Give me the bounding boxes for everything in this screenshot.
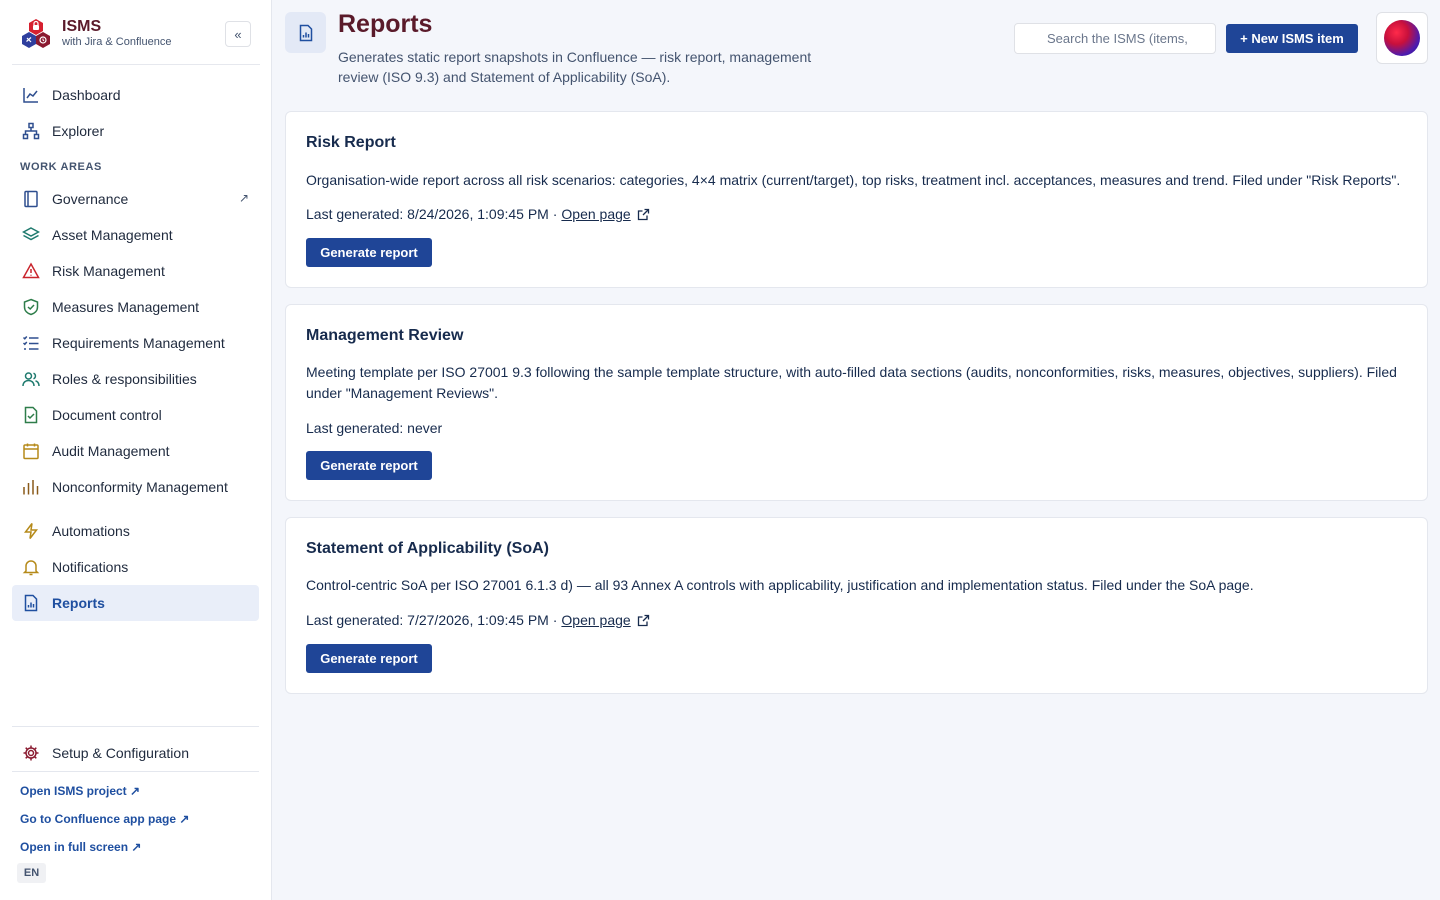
nav-label: Explorer xyxy=(52,123,105,139)
nav-item-risk-management[interactable]: Risk Management xyxy=(12,253,259,289)
nav-item-governance[interactable]: Governance ↗ xyxy=(12,181,259,217)
last-generated-row: Last generated: 7/27/2026, 1:09:45 PM · … xyxy=(306,612,650,628)
card-title: Risk Report xyxy=(306,134,396,151)
page-title: Reports xyxy=(338,10,433,38)
nav-label: Requirements Management xyxy=(52,335,225,351)
card-description: Control-centric SoA per ISO 27001 6.1.3 … xyxy=(306,577,1254,593)
lightning-icon xyxy=(23,523,39,539)
nav-label: Roles & responsibilities xyxy=(52,371,197,387)
language-badge[interactable]: EN xyxy=(17,863,46,883)
user-avatar-button[interactable] xyxy=(1376,12,1428,64)
card-title: Management Review xyxy=(306,327,464,344)
nav-item-reports[interactable]: Reports xyxy=(12,585,259,621)
nav-label: Reports xyxy=(52,595,105,611)
last-generated-text: Last generated: never xyxy=(306,420,443,436)
nav-item-requirements-management[interactable]: Requirements Management xyxy=(12,325,259,361)
bell-icon xyxy=(22,560,40,576)
nav-item-asset-management[interactable]: Asset Management xyxy=(12,217,259,253)
external-link-icon: ↗ xyxy=(238,191,249,205)
shield-check-icon xyxy=(23,298,39,316)
document-check-icon xyxy=(24,406,38,424)
card-description: Organisation-wide report across all risk… xyxy=(306,172,1401,188)
external-link-icon xyxy=(637,614,649,626)
collapse-sidebar-button[interactable]: « xyxy=(225,21,251,47)
isms-logo-icon xyxy=(22,19,50,48)
nav-label: Dashboard xyxy=(52,87,121,103)
nav-item-setup-configuration[interactable]: Setup & Configuration xyxy=(12,735,259,771)
generate-report-button[interactable]: Generate report xyxy=(306,644,432,673)
book-icon xyxy=(24,190,38,208)
sidebar-divider xyxy=(12,726,259,727)
brand-title: ISMS xyxy=(62,18,102,35)
calendar-icon xyxy=(23,443,39,460)
nav-label: Governance xyxy=(52,191,129,207)
report-card-risk: Risk Report Organisation-wide report acr… xyxy=(285,111,1428,288)
gear-icon xyxy=(23,745,39,761)
last-generated-text: Last generated: 7/27/2026, 1:09:45 PM · xyxy=(306,612,558,628)
nav-item-roles-responsibilities[interactable]: Roles & responsibilities xyxy=(12,361,259,397)
nav-item-audit-management[interactable]: Audit Management xyxy=(12,433,259,469)
brand-subtitle: with Jira & Confluence xyxy=(62,36,172,48)
warning-icon xyxy=(22,262,40,279)
open-isms-project-link[interactable]: Open ISMS project ↗ xyxy=(20,784,140,798)
nav-item-explorer[interactable]: Explorer xyxy=(12,113,259,149)
nav-label: Nonconformity Management xyxy=(52,479,228,495)
open-page-link[interactable]: Open page xyxy=(561,206,630,222)
sidebar-divider xyxy=(12,771,259,772)
nav-item-nonconformity-management[interactable]: Nonconformity Management xyxy=(12,469,259,505)
report-card-management-review: Management Review Meeting template per I… xyxy=(285,304,1428,501)
nav-label: Automations xyxy=(52,523,130,539)
nav-item-document-control[interactable]: Document control xyxy=(12,397,259,433)
generate-report-button[interactable]: Generate report xyxy=(306,451,432,480)
nav-label: Risk Management xyxy=(52,263,165,279)
nav-label: Notifications xyxy=(52,559,129,575)
external-link-icon xyxy=(637,208,649,220)
nav-item-automations[interactable]: Automations xyxy=(12,513,259,549)
bar-chart-icon xyxy=(23,480,39,495)
last-generated-row: Last generated: never xyxy=(306,420,442,436)
section-label-work-areas: WORK AREAS xyxy=(20,161,102,173)
card-description: Meeting template per ISO 27001 9.3 follo… xyxy=(306,364,1397,401)
reports-page-icon xyxy=(285,12,326,53)
report-icon xyxy=(24,594,38,612)
page-description: Generates static report snapshots in Con… xyxy=(338,49,812,85)
chart-line-icon xyxy=(23,88,38,103)
nav-item-notifications[interactable]: Notifications xyxy=(12,549,259,585)
card-title: Statement of Applicability (SoA) xyxy=(306,540,549,557)
search-input[interactable] xyxy=(1014,23,1216,54)
last-generated-text: Last generated: 8/24/2026, 1:09:45 PM · xyxy=(306,206,558,222)
last-generated-row: Last generated: 8/24/2026, 1:09:45 PM · … xyxy=(306,206,650,222)
users-icon xyxy=(22,372,40,387)
layers-icon xyxy=(22,227,40,241)
nav-label: Audit Management xyxy=(52,443,170,459)
nav-label: Setup & Configuration xyxy=(52,745,189,761)
new-isms-item-button[interactable]: + New ISMS item xyxy=(1226,24,1358,53)
report-card-soa: Statement of Applicability (SoA) Control… xyxy=(285,517,1428,694)
nav-label: Measures Management xyxy=(52,299,200,315)
nav-item-dashboard[interactable]: Dashboard xyxy=(12,77,259,113)
nav-label: Asset Management xyxy=(52,227,173,243)
open-page-link[interactable]: Open page xyxy=(561,612,630,628)
hierarchy-icon xyxy=(22,122,40,140)
confluence-app-page-link[interactable]: Go to Confluence app page ↗ xyxy=(20,812,189,826)
nav-item-measures-management[interactable]: Measures Management xyxy=(12,289,259,325)
generate-report-button[interactable]: Generate report xyxy=(306,238,432,267)
avatar xyxy=(1384,20,1420,56)
full-screen-link[interactable]: Open in full screen ↗ xyxy=(20,840,141,854)
nav-label: Document control xyxy=(52,407,162,423)
brand-header: ISMS with Jira & Confluence « xyxy=(12,12,260,65)
checklist-icon xyxy=(22,336,39,350)
sidebar: ISMS with Jira & Confluence « Dashboard … xyxy=(0,0,272,900)
